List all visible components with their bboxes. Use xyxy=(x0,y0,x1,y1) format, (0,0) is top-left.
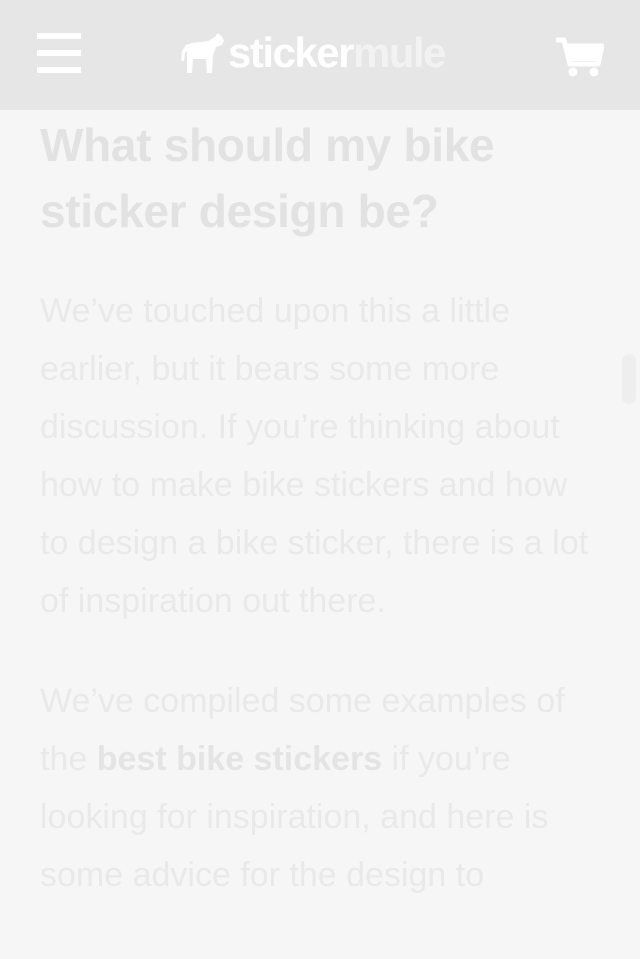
shopping-cart-icon[interactable] xyxy=(553,36,605,78)
hamburger-menu-icon[interactable] xyxy=(37,33,81,73)
mule-icon xyxy=(181,33,224,73)
article-paragraph-2: We’ve compiled some examples of the best… xyxy=(40,672,600,904)
scrollbar-thumb[interactable] xyxy=(622,354,636,404)
article-paragraph-1: We’ve touched upon this a little earlier… xyxy=(40,292,589,620)
logo-text-sticker: sticker xyxy=(228,29,354,76)
top-navigation-bar: sticker mule xyxy=(0,0,640,110)
article-content: What should my bike sticker design be? W… xyxy=(40,110,600,904)
logo-text-mule: mule xyxy=(352,29,447,76)
section-heading: What should my bike sticker design be? xyxy=(40,119,495,237)
best-bike-stickers-link[interactable]: best bike stickers xyxy=(97,740,382,778)
sticker-mule-logo[interactable]: sticker mule xyxy=(178,28,447,78)
